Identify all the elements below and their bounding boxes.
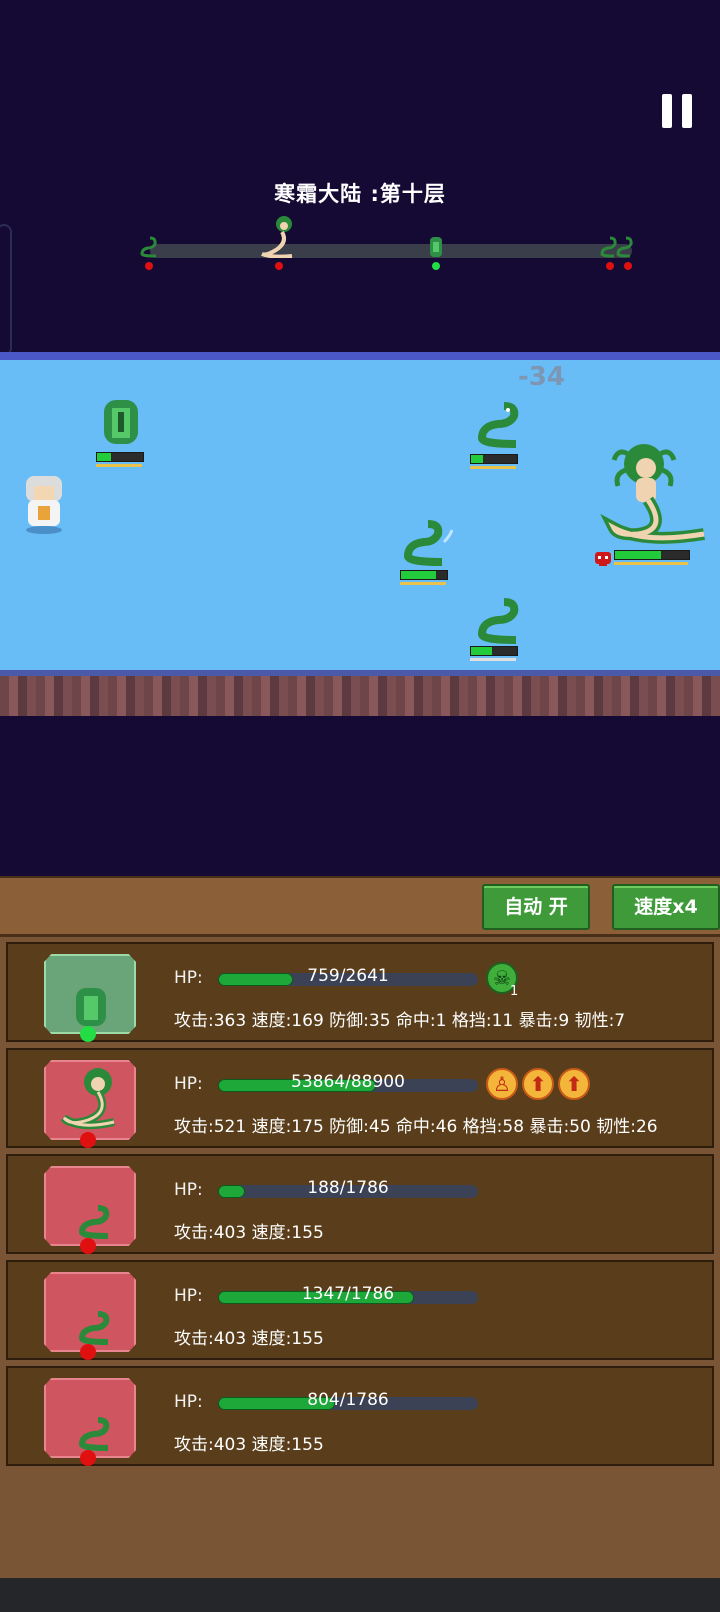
hp-label: HP: [174,1074,203,1094]
hp-label: HP: [174,1392,203,1412]
knight-icon [76,988,106,1026]
damage-number: -34 [518,362,565,392]
medusa-icon [261,216,293,258]
snake-icon [78,1417,110,1451]
status-dot [80,1450,96,1466]
hp-value: 188/1786 [307,1178,389,1198]
up-arrow-icon[interactable]: ⬆ [558,1068,590,1100]
unit-card[interactable]: HP: 804/1786 攻击:403 速度:155 [6,1366,714,1466]
status-dot [80,1026,96,1042]
snake-sprite[interactable] [398,518,456,570]
hp-value: 53864/88900 [291,1072,405,1092]
snake-sprite[interactable] [468,596,526,648]
status-dot [80,1238,96,1254]
hp-value: 1347/1786 [301,1284,395,1304]
stage-title: 寒霜大陆 :第十层 [274,182,446,206]
snake-hp-bar [470,646,518,656]
medusa-energy-bar [614,562,688,565]
green-knight-sprite[interactable] [94,396,150,448]
medusa-hp-bar [614,550,690,560]
unit-portrait[interactable] [44,1378,136,1458]
knight-hp-bar [96,452,144,462]
snake-energy-bar [470,658,516,661]
hp-value: 804/1786 [307,1390,389,1410]
bottom-strip [0,1578,720,1612]
snake-energy-bar [470,466,516,469]
knight-icon [430,237,442,257]
unit-card[interactable]: HP: 1347/1786 攻击:403 速度:155 [6,1260,714,1360]
unit-stats: 攻击:403 速度:155 [174,1329,324,1349]
field-edge [0,352,720,360]
ground [0,670,720,716]
snake-hp-bar [470,454,518,464]
unit-card[interactable]: HP: 53864/88900 攻击:521 速度:175 防御:45 命中:46 … [6,1048,714,1148]
boss-skull-icon [595,552,611,566]
grass-edge [0,670,720,676]
medusa-sprite[interactable] [598,440,718,550]
wave-marker [606,262,614,270]
unit-portrait[interactable] [44,1166,136,1246]
snake-sprite[interactable] [468,400,526,454]
wave-marker [275,262,283,270]
unit-card[interactable]: HP: 759/2641 攻击:363 速度:169 防御:35 命中:1 格挡:1… [6,942,714,1042]
unit-stats: 攻击:521 速度:175 防御:45 命中:46 格挡:58 暴击:50 韧性… [174,1117,658,1137]
snake-icon [78,1311,110,1345]
snake-icon [140,236,157,258]
pause-button[interactable] [662,94,696,128]
up-arrow-icon[interactable]: ⬆ [522,1068,554,1100]
hero-sprite[interactable] [16,472,72,536]
wave-marker [145,262,153,270]
unit-stats: 攻击:403 速度:155 [174,1223,324,1243]
pause-icon-bar [682,94,692,128]
status-dot [80,1344,96,1360]
status-dot [80,1132,96,1148]
medusa-icon [60,1068,115,1130]
wave-marker [624,262,632,270]
snake-energy-bar [400,582,446,585]
player-marker [432,262,440,270]
hp-label: HP: [174,1286,203,1306]
unit-stats: 攻击:363 速度:169 防御:35 命中:1 格挡:11 暴击:9 韧性:7 [174,1011,626,1031]
unit-portrait[interactable] [44,954,136,1034]
knight-energy-bar [96,464,142,467]
unit-portrait[interactable] [44,1060,136,1140]
pause-icon [662,94,672,128]
unit-stats: 攻击:403 速度:155 [174,1435,324,1455]
top-area: 寒霜大陆 :第十层 [0,0,720,356]
snake-group-icon [600,236,633,258]
speed-button[interactable]: 速度x4 [612,884,720,930]
snake-hp-bar [400,570,448,580]
auto-battle-button[interactable]: 自动 开 [482,884,590,930]
hp-value: 759/2641 [307,966,389,986]
unit-portrait[interactable] [44,1272,136,1352]
side-tab[interactable] [0,224,12,356]
wave-progress-track [150,244,632,258]
hp-label: HP: [174,1180,203,1200]
figure-icon[interactable]: ♙ [486,1068,518,1100]
snake-icon [78,1205,110,1239]
unit-card[interactable]: HP: 188/1786 攻击:403 速度:155 [6,1154,714,1254]
effect-stack-count: 1 [510,984,519,999]
hp-label: HP: [174,968,203,988]
